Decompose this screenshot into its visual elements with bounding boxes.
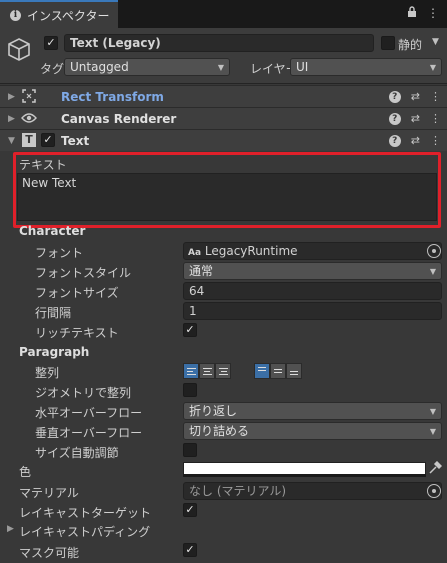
more-vert-icon[interactable]: ⋮ [430,134,441,147]
font-object-field[interactable]: Aa LegacyRuntime [183,242,442,260]
rect-transform-header[interactable]: ▶ Rect Transform ? ⇄ ⋮ [0,85,447,107]
tag-label: タグ [40,62,65,76]
raycast-target-checkbox[interactable]: ✓ [183,503,197,517]
rect-transform-tools: ? ⇄ ⋮ [388,90,441,103]
gameobject-cube-icon [8,38,30,61]
tab-inspector[interactable]: i インスペクター [0,0,118,28]
maskable-label: マスク可能 [19,546,80,560]
font-style-label: フォントスタイル [35,266,132,280]
align-geometry-label: ジオメトリで整列 [35,386,132,400]
static-label: 静的 [398,38,423,52]
text-label: テキスト [19,158,67,172]
preset-icon[interactable]: ⇄ [411,112,420,125]
static-dropdown-icon[interactable]: ▼ [432,37,439,47]
rich-text-checkbox[interactable]: ✓ [183,323,197,337]
color-label: 色 [19,465,32,479]
material-object-field[interactable]: なし (マテリアル) [183,482,442,500]
foldout-arrow-expanded-icon[interactable]: ▼ [8,136,15,146]
object-name-input[interactable]: Text (Legacy) [64,34,374,52]
maskable-checkbox[interactable]: ✓ [183,543,197,557]
canvas-renderer-tools: ? ⇄ ⋮ [388,112,441,125]
best-fit-label: サイズ自動調節 [35,446,119,460]
text-enabled-checkbox[interactable]: ✓ [41,133,55,147]
font-value: LegacyRuntime [204,244,298,258]
v-overflow-dropdown[interactable]: 切り詰める [183,422,442,440]
color-alpha-bar [183,474,426,477]
align-left-icon[interactable] [183,363,199,379]
rich-text-label: リッチテキスト [35,326,119,340]
more-vert-icon[interactable]: ⋮ [427,6,439,21]
canvas-renderer-header[interactable]: ▶ Canvas Renderer ? ⇄ ⋮ [0,107,447,129]
font-size-label: フォントサイズ [35,286,119,300]
preset-icon[interactable]: ⇄ [411,134,420,147]
tag-dropdown[interactable]: Untagged [64,58,230,76]
font-asset-icon: Aa [188,248,202,258]
rect-transform-title: Rect Transform [61,89,164,104]
more-vert-icon[interactable]: ⋮ [430,90,441,103]
object-picker-icon[interactable] [427,244,441,258]
foldout-arrow-icon[interactable]: ▶ [7,524,14,534]
canvas-renderer-title: Canvas Renderer [61,111,177,126]
eyedropper-icon[interactable] [428,460,443,478]
horizontal-alignment-group [183,363,231,379]
preset-icon[interactable]: ⇄ [411,90,420,103]
line-spacing-input[interactable]: 1 [183,302,442,320]
raycast-target-label: レイキャストターゲット [19,506,152,520]
eye-icon [21,112,37,127]
line-spacing-label: 行間隔 [35,306,72,320]
text-icon: T [22,133,36,147]
align-center-icon[interactable] [199,363,215,379]
more-vert-icon[interactable]: ⋮ [430,112,441,125]
text-input[interactable]: New Text [17,173,437,221]
rect-transform-icon [22,89,36,106]
help-icon[interactable]: ? [388,112,401,125]
v-overflow-label: 垂直オーバーフロー [35,426,143,440]
foldout-arrow-icon[interactable]: ▶ [8,92,15,102]
static-checkbox[interactable] [381,36,395,50]
help-icon[interactable]: ? [388,134,401,147]
object-picker-icon[interactable] [427,484,441,498]
font-label: フォント [35,246,84,260]
help-icon[interactable]: ? [388,90,401,103]
vertical-alignment-group [254,363,302,379]
lock-icon[interactable] [407,6,417,21]
h-overflow-label: 水平オーバーフロー [35,406,143,420]
align-top-icon[interactable] [254,363,270,379]
align-middle-icon[interactable] [270,363,286,379]
info-icon: i [10,9,21,21]
h-overflow-dropdown[interactable]: 折り返し [183,402,442,420]
align-bottom-icon[interactable] [286,363,302,379]
font-style-dropdown[interactable]: 通常 [183,262,442,280]
paragraph-header: Paragraph [19,345,90,359]
foldout-arrow-icon[interactable]: ▶ [8,114,15,124]
align-geometry-checkbox[interactable] [183,383,197,397]
layer-dropdown[interactable]: UI [290,58,442,76]
tab-tools: ⋮ [407,6,439,21]
tab-title: インスペクター [27,8,110,23]
text-component-header[interactable]: ▼ T ✓ Text ? ⇄ ⋮ [0,129,447,151]
font-size-input[interactable]: 64 [183,282,442,300]
text-component-title: Text [61,133,90,148]
raycast-padding-label[interactable]: レイキャストパディング [19,523,150,540]
best-fit-checkbox[interactable] [183,443,197,457]
material-label: マテリアル [19,486,79,500]
character-header: Character [19,224,86,238]
alignment-label: 整列 [35,366,60,380]
text-component-tools: ? ⇄ ⋮ [388,134,441,147]
active-checkbox[interactable]: ✓ [44,36,58,50]
align-right-icon[interactable] [215,363,231,379]
